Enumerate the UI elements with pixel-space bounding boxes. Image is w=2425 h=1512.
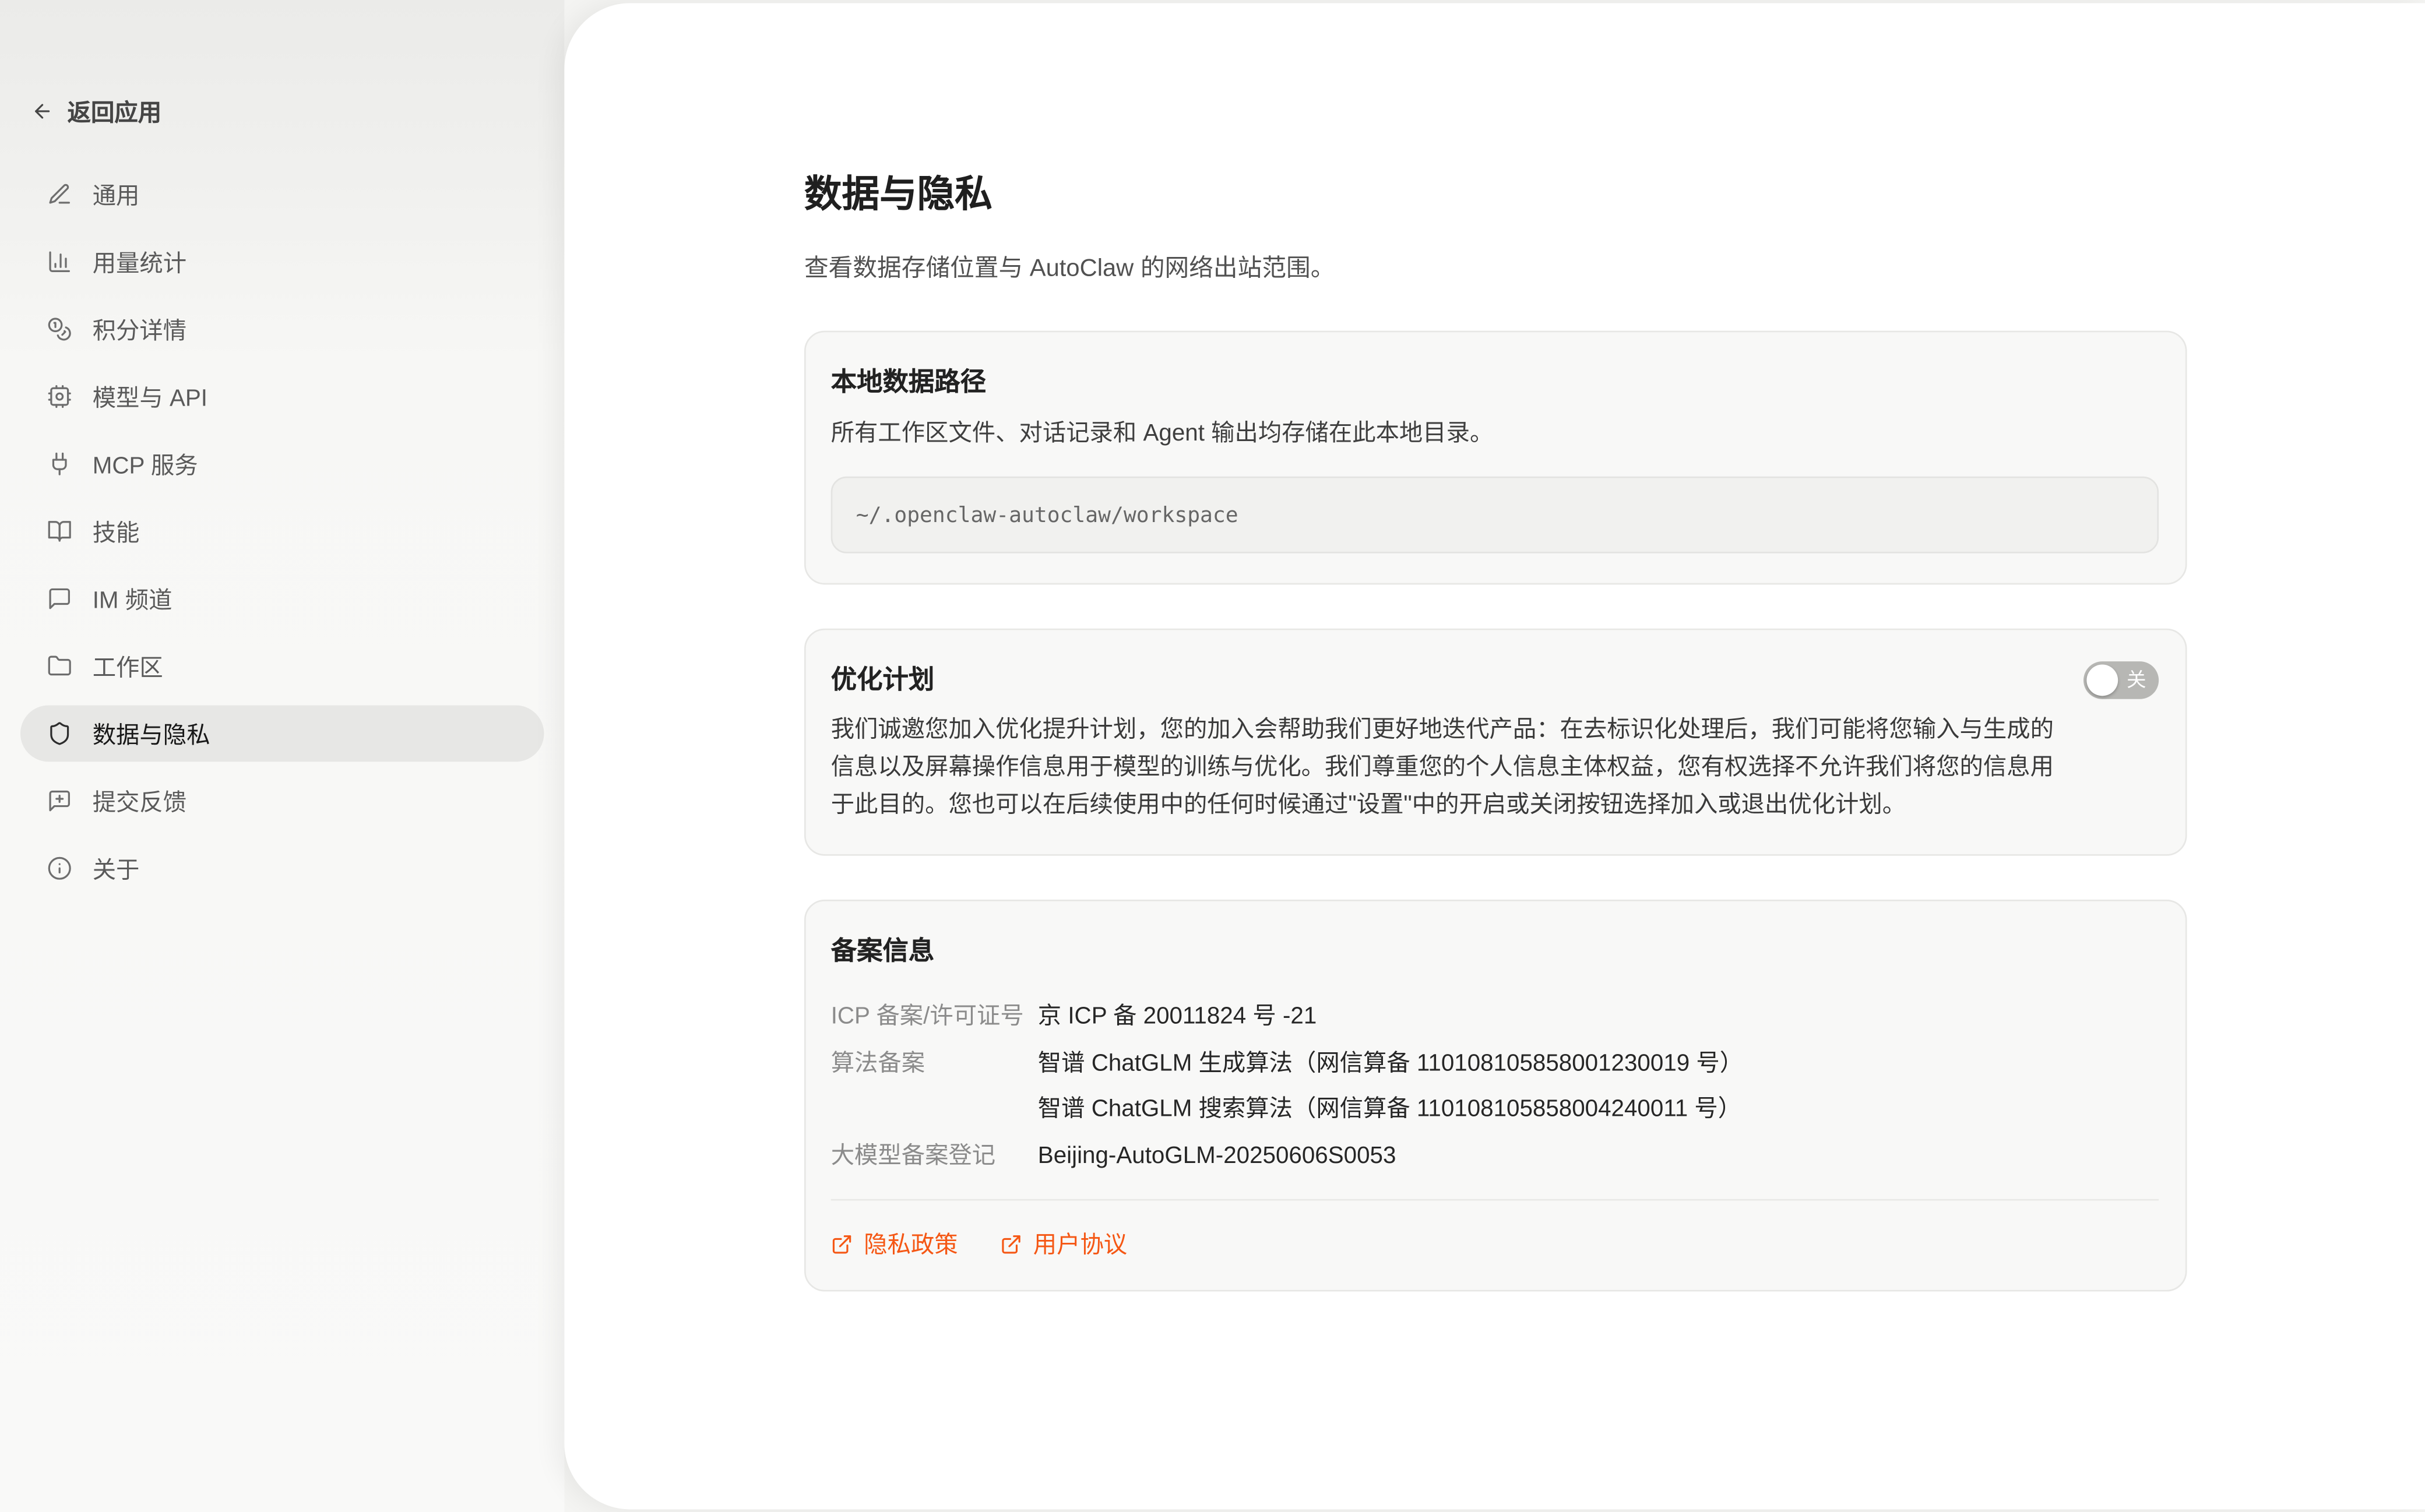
cpu-icon xyxy=(47,384,72,409)
coins-icon xyxy=(47,316,72,341)
sidebar-item-skills[interactable]: 技能 xyxy=(20,503,544,559)
optimization-toggle[interactable]: 关 xyxy=(2083,661,2159,699)
sidebar-item-label: 数据与隐私 xyxy=(93,717,210,750)
page-subtitle: 查看数据存储位置与 AutoClaw 的网络出站范围。 xyxy=(804,252,2187,287)
filing-row-label: 大模型备案登记 xyxy=(831,1133,1038,1179)
sidebar: 返回应用 通用 用量统计 积分详情 模型与 API MCP 服务 xyxy=(0,0,564,1512)
sidebar-item-label: 用量统计 xyxy=(93,245,186,278)
user-agreement-label: 用户协议 xyxy=(1033,1227,1127,1260)
chart-column-icon xyxy=(47,249,72,274)
sidebar-item-label: 模型与 API xyxy=(93,380,207,413)
workspace-path-field[interactable]: ~/.openclaw-autoclaw/workspace xyxy=(831,477,2159,554)
external-link-icon xyxy=(1000,1233,1022,1255)
sidebar-item-im-channels[interactable]: IM 频道 xyxy=(20,570,544,627)
filing-row-value: Beijing-AutoGLM-20250606S0053 xyxy=(1038,1133,2159,1179)
sidebar-item-feedback[interactable]: 提交反馈 xyxy=(20,773,544,829)
main-panel: 数据与隐私 查看数据存储位置与 AutoClaw 的网络出站范围。 本地数据路径… xyxy=(564,3,2425,1509)
workspace-path-value: ~/.openclaw-autoclaw/workspace xyxy=(856,502,1238,527)
sidebar-item-label: 通用 xyxy=(93,178,140,210)
privacy-policy-label: 隐私政策 xyxy=(864,1227,958,1260)
sidebar-item-mcp-services[interactable]: MCP 服务 xyxy=(20,436,544,492)
sidebar-item-usage-stats[interactable]: 用量统计 xyxy=(20,234,544,290)
sidebar-nav: 通用 用量统计 积分详情 模型与 API MCP 服务 技能 xyxy=(20,166,544,907)
sidebar-item-label: 关于 xyxy=(93,852,140,884)
pencil-icon xyxy=(47,182,72,207)
sidebar-item-label: 工作区 xyxy=(93,650,163,682)
sidebar-item-label: 技能 xyxy=(93,515,140,548)
sidebar-item-data-privacy[interactable]: 数据与隐私 xyxy=(20,706,544,762)
filing-row-value: 京 ICP 备 20011824 号 -21 xyxy=(1038,993,2159,1039)
sidebar-item-about[interactable]: 关于 xyxy=(20,840,544,897)
sidebar-item-credits[interactable]: 积分详情 xyxy=(20,301,544,357)
card-description: 所有工作区文件、对话记录和 Agent 输出均存储在此本地目录。 xyxy=(831,417,2159,452)
filing-row-label: 算法备案 xyxy=(831,1040,1038,1086)
content: 数据与隐私 查看数据存储位置与 AutoClaw 的网络出站范围。 本地数据路径… xyxy=(804,3,2187,1291)
filing-info-card: 备案信息 ICP 备案/许可证号 京 ICP 备 20011824 号 -21 … xyxy=(804,900,2187,1292)
card-title: 优化计划 xyxy=(831,661,935,699)
book-open-icon xyxy=(47,519,72,544)
message-square-plus-icon xyxy=(47,788,72,813)
message-square-icon xyxy=(47,586,72,611)
user-agreement-link[interactable]: 用户协议 xyxy=(1000,1227,1127,1260)
card-title: 备案信息 xyxy=(831,933,2159,971)
sidebar-item-workspace[interactable]: 工作区 xyxy=(20,638,544,695)
toggle-knob xyxy=(2086,665,2118,696)
sidebar-item-label: MCP 服务 xyxy=(93,447,198,480)
sidebar-item-models-api[interactable]: 模型与 API xyxy=(20,368,544,425)
sidebar-item-label: 提交反馈 xyxy=(93,784,186,817)
back-to-app-button[interactable]: 返回应用 xyxy=(31,91,161,132)
arrow-left-icon xyxy=(31,100,54,122)
external-link-icon xyxy=(831,1233,853,1255)
folder-icon xyxy=(47,654,72,679)
sidebar-item-general[interactable]: 通用 xyxy=(20,166,544,223)
filing-row-label xyxy=(831,1086,1038,1132)
plug-icon xyxy=(47,452,72,477)
filing-rows: ICP 备案/许可证号 京 ICP 备 20011824 号 -21 算法备案 … xyxy=(831,993,2159,1178)
optimization-description: 我们诚邀您加入优化提升计划，您的加入会帮助我们更好地迭代产品：在去标识化处理后，… xyxy=(831,711,2072,824)
settings-window: 返回应用 通用 用量统计 积分详情 模型与 API MCP 服务 xyxy=(0,0,2425,1512)
divider xyxy=(831,1199,2159,1201)
filing-row-value: 智谱 ChatGLM 搜索算法（网信算备 1101081058580042400… xyxy=(1038,1086,2159,1132)
sidebar-item-label: IM 频道 xyxy=(93,582,173,615)
shield-icon xyxy=(47,721,72,746)
toggle-state-label: 关 xyxy=(2127,661,2146,699)
info-icon xyxy=(47,856,72,881)
local-data-path-card: 本地数据路径 所有工作区文件、对话记录和 Agent 输出均存储在此本地目录。 … xyxy=(804,331,2187,585)
sidebar-item-label: 积分详情 xyxy=(93,313,186,346)
filing-row-label: ICP 备案/许可证号 xyxy=(831,993,1038,1039)
policy-links: 隐私政策 用户协议 xyxy=(831,1227,2159,1260)
page-title: 数据与隐私 xyxy=(804,171,2187,221)
optimization-plan-card: 优化计划 关 我们诚邀您加入优化提升计划，您的加入会帮助我们更好地迭代产品：在去… xyxy=(804,629,2187,856)
privacy-policy-link[interactable]: 隐私政策 xyxy=(831,1227,958,1260)
back-to-app-label: 返回应用 xyxy=(68,95,161,128)
filing-row-value: 智谱 ChatGLM 生成算法（网信算备 1101081058580012300… xyxy=(1038,1040,2159,1086)
card-title: 本地数据路径 xyxy=(831,364,2159,401)
